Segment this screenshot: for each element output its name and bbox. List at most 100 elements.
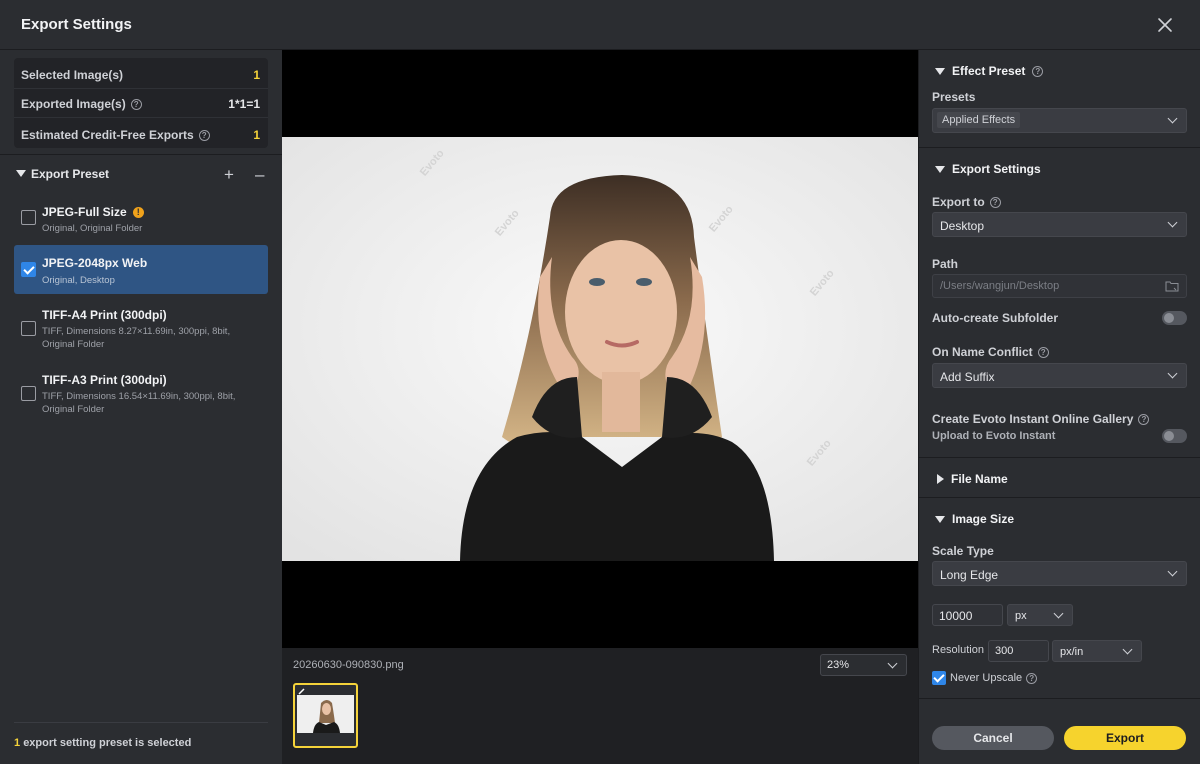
preset-details: Original, Desktop [42,275,115,286]
action-bar: Cancel Export [919,698,1200,764]
thumbnail-image [297,695,354,733]
file-name-label: 20260630-090830.png [293,659,404,671]
path-label: Path [932,257,959,271]
cancel-button[interactable]: Cancel [932,726,1054,750]
name-conflict-label: On Name Conflict [932,345,1033,359]
gallery-sublabel: Upload to Evoto Instant [932,430,1056,442]
zoom-select[interactable]: 23% [820,654,907,676]
add-preset-icon[interactable]: + [224,165,234,185]
export-settings-header[interactable]: Export Settings [935,161,1041,177]
warning-icon[interactable]: ! [132,206,144,218]
preset-name: TIFF-A4 Print (300dpi) [42,308,167,322]
image-preview: Evoto Evoto Evoto Evoto Evoto [282,50,918,648]
path-value: /Users/wangjun/Desktop [940,280,1060,292]
preset-item-tiff-a4-print[interactable]: TIFF-A4 Print (300dpi) TIFF, Dimensions … [14,302,268,358]
collapse-triangle-icon[interactable] [16,170,26,177]
stat-value: 1 [253,68,260,82]
size-unit-value: px [1015,610,1027,622]
preset-checkbox[interactable] [21,210,36,225]
preset-item-jpeg-full-size[interactable]: JPEG-Full Size! Original, Original Folde… [14,200,268,242]
right-panel: Effect Preset ? Presets Applied Effects … [918,50,1200,764]
chevron-down-icon [1167,217,1178,228]
preset-item-tiff-a3-print[interactable]: TIFF-A3 Print (300dpi) TIFF, Dimensions … [14,368,268,424]
size-unit-select[interactable]: px [1007,604,1073,626]
info-icon[interactable]: ? [1138,413,1150,425]
chevron-down-icon [887,658,898,669]
divider [919,457,1200,458]
image-size-header[interactable]: Image Size [935,511,1014,527]
preset-item-jpeg-2048px-web[interactable]: JPEG-2048px Web Original, Desktop [14,245,268,294]
remove-preset-icon[interactable]: – [255,165,264,185]
gallery-upload-toggle[interactable] [1162,429,1187,443]
info-icon[interactable]: ? [130,98,142,110]
expand-triangle-icon [937,474,944,484]
collapse-triangle-icon [935,515,945,523]
resolution-label: Resolution [932,644,984,656]
stat-label: Exported Image(s) [21,97,126,111]
scale-type-label: Scale Type [932,544,994,558]
collapse-triangle-icon [935,67,945,75]
preset-details: TIFF, Dimensions 8.27×11.69in, 300ppi, 8… [42,326,231,350]
never-upscale-checkbox[interactable] [932,671,946,685]
scale-type-select[interactable]: Long Edge [932,561,1187,586]
gallery-label: Create Evoto Instant Online Gallery [932,412,1134,426]
info-icon[interactable]: ? [1032,65,1044,77]
info-icon[interactable]: ? [198,129,210,141]
preview-area: Evoto Evoto Evoto Evoto Evoto 20260630-0… [282,50,918,764]
portrait-image [282,137,918,561]
preset-checkbox[interactable] [21,386,36,401]
info-icon[interactable]: ? [1037,346,1049,358]
divider [919,497,1200,498]
divider [0,154,282,155]
scale-type-value: Long Edge [940,568,999,582]
stat-value: 1 [253,128,260,142]
export-preset-header: Export Preset + – [16,165,270,185]
stat-exported-images: Exported Image(s)? 1*1=1 [14,89,268,118]
never-upscale-row: Never Upscale ? [932,671,1038,685]
resolution-value: 300 [995,645,1014,657]
chevron-down-icon [1122,644,1133,655]
info-icon[interactable]: ? [989,196,1001,208]
collapse-triangle-icon [935,165,945,173]
info-icon[interactable]: ? [1026,672,1038,684]
window-title: Export Settings [21,16,132,33]
export-preset-title: Export Preset [31,167,110,181]
preset-name: JPEG-Full Size [42,205,127,219]
filmstrip-thumbnail[interactable] [293,683,358,748]
file-name-header[interactable]: File Name [935,471,1008,487]
chevron-down-icon [1167,368,1178,379]
folder-icon[interactable] [1165,280,1179,292]
stat-label: Estimated Credit-Free Exports [21,128,194,142]
auto-subfolder-toggle[interactable] [1162,311,1187,325]
preset-checkbox[interactable] [21,262,36,277]
effect-preset-header[interactable]: Effect Preset ? [935,63,1044,79]
stat-label: Selected Image(s) [21,68,124,82]
stats-box: Selected Image(s) 1 Exported Image(s)? 1… [14,58,268,148]
section-title: Image Size [952,512,1015,526]
presets-select[interactable]: Applied Effects [932,108,1187,133]
export-button[interactable]: Export [1064,726,1186,750]
name-conflict-value: Add Suffix [940,370,995,384]
path-field[interactable]: /Users/wangjun/Desktop [932,274,1187,298]
name-conflict-select[interactable]: Add Suffix [932,363,1187,388]
stat-selected-images: Selected Image(s) 1 [14,60,268,89]
left-panel: Selected Image(s) 1 Exported Image(s)? 1… [0,50,282,764]
preset-checkbox[interactable] [21,321,36,336]
size-input[interactable]: 10000 [932,604,1003,626]
preview-photo: Evoto Evoto Evoto Evoto Evoto [282,137,918,561]
export-to-value: Desktop [940,219,985,233]
export-to-select[interactable]: Desktop [932,212,1187,237]
selection-summary: 1 export setting preset is selected [14,722,268,749]
preset-name: TIFF-A3 Print (300dpi) [42,373,167,387]
never-upscale-label: Never Upscale [950,672,1023,684]
resolution-unit-select[interactable]: px/in [1052,640,1142,662]
stat-value: 1*1=1 [228,97,260,111]
zoom-value: 23% [827,659,850,671]
close-icon[interactable] [1154,14,1176,36]
section-title: Effect Preset [952,64,1026,78]
presets-label: Presets [932,90,976,104]
chevron-down-icon [1053,608,1064,619]
selection-count: 1 [14,737,21,749]
stat-credit-free-exports: Estimated Credit-Free Exports? 1 [14,120,268,149]
resolution-input[interactable]: 300 [988,640,1049,662]
